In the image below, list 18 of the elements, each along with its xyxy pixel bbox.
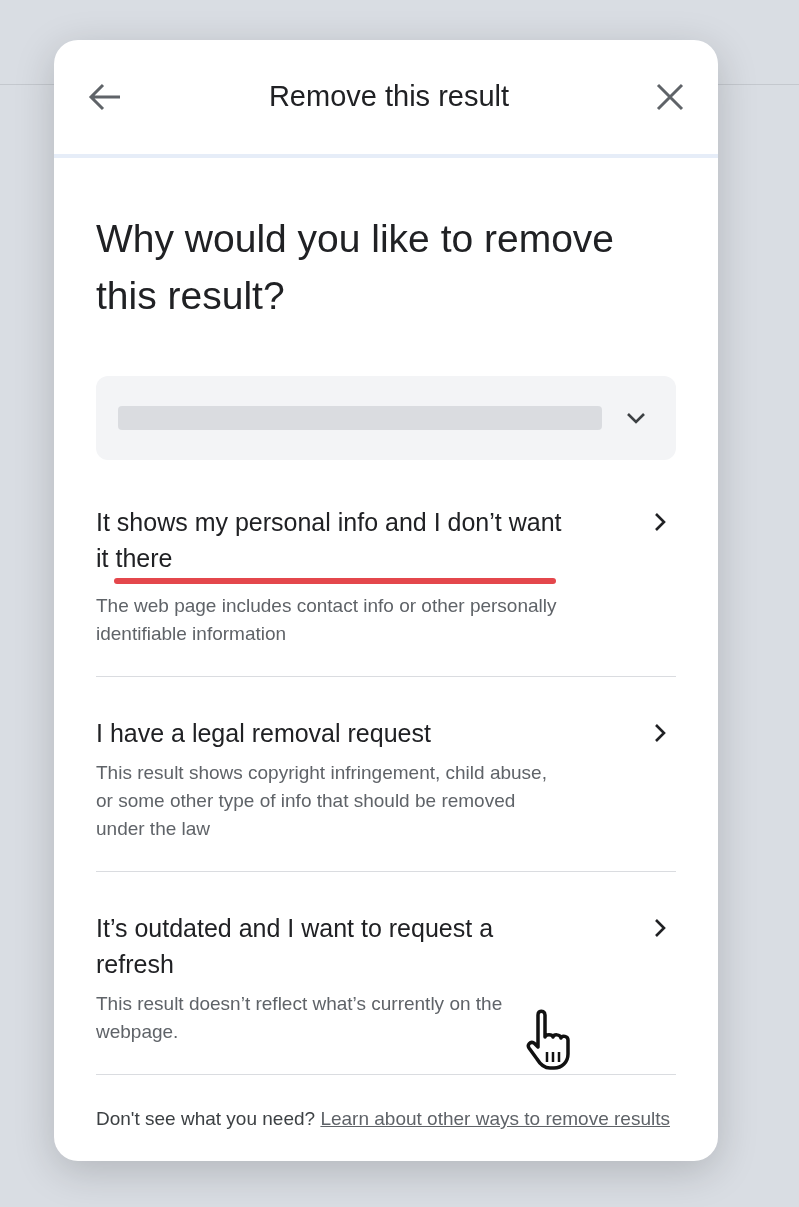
option-description: This result doesn’t reflect what’s currently on the webpage.	[96, 992, 504, 1044]
option-title: I have a legal removal request	[96, 718, 432, 749]
option-description: This result shows copyright infringement, child abuse, or some other type of info that should be removed under the law	[96, 761, 548, 841]
close-icon[interactable]	[656, 83, 684, 111]
question-heading: Why would you like to remove this result?	[96, 216, 616, 319]
footer-text: Don't see what you need?	[96, 1108, 316, 1129]
chevron-right-icon	[654, 723, 666, 743]
option-row[interactable]: I have a legal removal request This result shows copyright infringement, child abuse, or some other type of info that should be removed under the law	[96, 677, 676, 872]
chevron-right-icon	[654, 918, 666, 938]
option-row[interactable]: It shows my personal info and I don’t want it there The web page includes contact info or other personally identifiable information	[96, 460, 676, 677]
option-title: It’s outdated and I want to request a refresh	[96, 913, 495, 980]
back-arrow-icon[interactable]	[88, 82, 122, 112]
dialog-title: Remove this result	[268, 79, 510, 115]
chevron-down-icon	[626, 412, 646, 424]
learn-more-link[interactable]: Learn about other ways to remove results	[320, 1108, 670, 1129]
chevron-right-icon	[654, 512, 666, 532]
option-title: It shows my personal info and I don’t want it there	[96, 507, 563, 574]
option-description: The web page includes contact info or other personally identifiable information	[96, 594, 558, 646]
